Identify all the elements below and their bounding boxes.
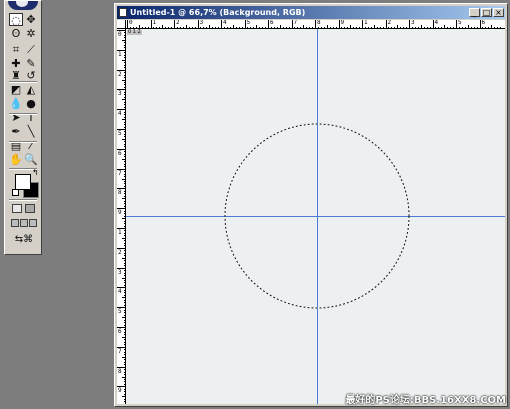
ruler-label: 9 (118, 209, 122, 217)
ruler-label: 8 (317, 20, 321, 26)
ruler-position-readout: 0 1 2 (127, 29, 142, 35)
ruler-major-tick (174, 20, 175, 28)
foreground-color-swatch[interactable] (15, 174, 31, 190)
paint-bucket-tool-icon[interactable]: ◭ (24, 83, 38, 96)
standard-mode-button[interactable] (12, 204, 22, 213)
full-screen-menu-mode-button[interactable] (20, 219, 28, 227)
ruler-label: 0 (118, 31, 122, 38)
ruler-label: 2 (176, 20, 180, 26)
ruler-label: 2 (118, 248, 122, 256)
ruler-label: 3 (118, 90, 122, 98)
ruler-label: 6 (270, 20, 274, 26)
move-tool-icon[interactable]: ✥ (24, 13, 38, 26)
line-tool-icon[interactable]: ╲ (24, 125, 38, 138)
swap-colors-icon[interactable]: ↰ (32, 169, 39, 177)
ruler-label: 9 (118, 387, 122, 395)
document-icon (119, 8, 127, 17)
ruler-label: 5 (246, 20, 251, 26)
ruler-label: 4 (434, 20, 439, 26)
ruler-label: 9 (340, 20, 345, 26)
quick-mask-mode-button[interactable] (25, 204, 35, 213)
ruler-label: 7 (118, 347, 122, 355)
ruler-label: 1 (118, 229, 122, 236)
default-colors-icon[interactable] (12, 189, 19, 196)
marquee-tool-icon[interactable]: ◌ (9, 13, 23, 27)
watermark-text: 最好的PS论坛:BBS.16XX8.COM (345, 395, 506, 406)
tools-palette: ◌ ✥ ʘ ✲ ⌗ ⟋ ✚ ✎ ♜ ↺ ◩ ◭ 💧 ● ➤ T ✒ ╲ ▤ ⁄ ✋ 🔍 ↰ ⇆⌘ (4, 0, 42, 255)
ruler-major-tick (409, 20, 410, 28)
lasso-tool-icon[interactable]: ʘ (9, 27, 23, 40)
palette-divider (9, 113, 37, 115)
ruler-major-tick (432, 20, 434, 28)
palette-divider (9, 199, 37, 201)
ruler-major-tick (268, 20, 269, 28)
ruler-major-tick (362, 20, 363, 28)
app-logo-icon[interactable] (8, 0, 38, 10)
vertical-ruler[interactable]: 0 1 2 3 4 5 6 7 8 9 1 2 3 4 5 6 7 8 9 (117, 29, 126, 404)
ruler-major-tick (291, 20, 293, 28)
ruler-label: 6 (481, 20, 486, 26)
ruler-major-tick (385, 20, 387, 28)
ruler-label: 5 (118, 308, 122, 316)
ruler-origin[interactable] (117, 20, 126, 29)
ruler-label: 2 (118, 70, 122, 78)
standard-screen-mode-button[interactable] (11, 219, 19, 227)
ruler-major-tick (244, 20, 246, 28)
ruler-label: 1 (364, 20, 368, 26)
ruler-label: 7 (118, 169, 122, 177)
maximize-button[interactable]: □ (481, 8, 492, 17)
dodge-tool-icon[interactable]: ● (24, 97, 38, 110)
horizontal-ruler[interactable]: 0 1 2 3 4 5 6 7 8 9 1 2 3 4 5 6 (126, 20, 505, 29)
ruler-label: 3 (411, 20, 415, 26)
ruler-major-tick (127, 20, 128, 28)
image-canvas[interactable] (126, 29, 505, 404)
ruler-label: 4 (118, 110, 122, 118)
document-window: Untitled-1 @ 66,7% (Background, RGB) _ □… (114, 3, 508, 407)
ruler-label: 3 (118, 268, 122, 276)
ruler-label: 6 (118, 149, 122, 157)
magic-wand-tool-icon[interactable]: ✲ (24, 27, 38, 40)
ruler-label: 2 (387, 20, 392, 26)
ruler-major-tick (338, 20, 340, 28)
ruler-major-tick (221, 20, 222, 28)
ruler-major-tick (456, 20, 457, 28)
ruler-label: 6 (118, 328, 122, 335)
document-title-bar[interactable]: Untitled-1 @ 66,7% (Background, RGB) _ □… (117, 6, 505, 19)
ruler-label: 4 (118, 288, 122, 296)
ruler-label: 5 (458, 20, 462, 26)
ruler-major-tick (479, 20, 481, 28)
blur-tool-icon[interactable]: 💧 (9, 97, 23, 110)
minimize-button[interactable]: _ (469, 8, 480, 17)
document-title: Untitled-1 @ 66,7% (Background, RGB) (130, 8, 306, 17)
pen-tool-icon[interactable]: ✒ (9, 125, 23, 138)
slice-tool-icon[interactable]: ⟋ (24, 43, 38, 56)
ruler-label: 0 (129, 20, 133, 26)
elliptical-selection-marquee[interactable] (126, 29, 505, 404)
ruler-label: 4 (223, 20, 227, 26)
ruler-label: 7 (293, 20, 298, 26)
hand-tool-icon[interactable]: ✋ (9, 153, 23, 166)
crop-tool-icon[interactable]: ⌗ (9, 43, 23, 56)
ruler-label: 8 (118, 189, 122, 197)
ruler-label: 5 (118, 130, 122, 137)
eraser-tool-icon[interactable]: ◩ (9, 83, 23, 96)
palette-divider (9, 81, 37, 83)
palette-divider (9, 141, 37, 143)
ruler-label: 1 (152, 20, 157, 26)
jump-to-imageready-icon[interactable]: ⇆⌘ (11, 233, 37, 246)
close-button[interactable]: × (493, 8, 504, 17)
ruler-label: 1 (118, 50, 122, 58)
ruler-major-tick (150, 20, 152, 28)
zoom-tool-icon[interactable]: 🔍 (24, 153, 38, 166)
ruler-label: 8 (118, 367, 122, 375)
ruler-label: 3 (199, 20, 204, 26)
full-screen-mode-button[interactable] (29, 219, 37, 227)
ruler-major-tick (197, 20, 199, 28)
ruler-major-tick (315, 20, 316, 28)
